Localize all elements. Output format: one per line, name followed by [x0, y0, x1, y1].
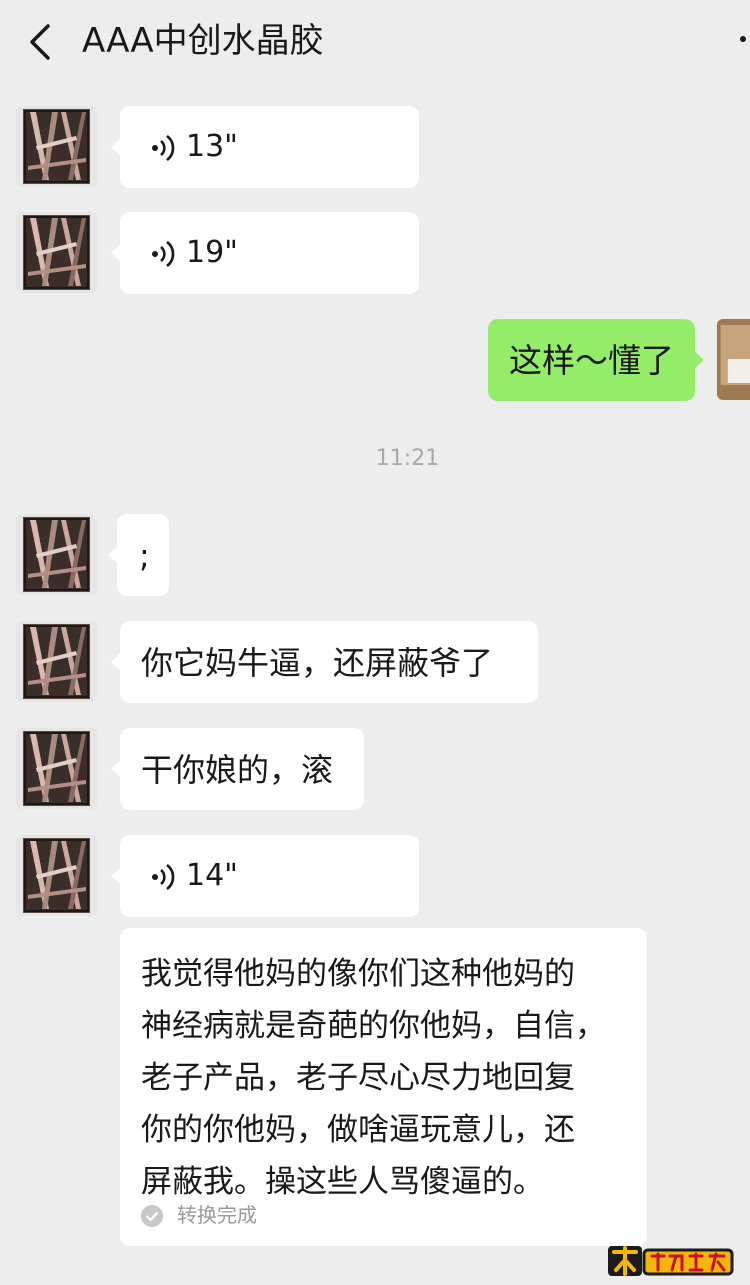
voice-transcription-bubble[interactable]: 我觉得他妈的像你们这种他妈的 神经病就是奇葩的你他妈，自信， 老子产品，老子尽心…: [120, 928, 647, 1246]
more-dots-icon[interactable]: [740, 36, 746, 42]
outgoing-message-bubble[interactable]: 这样～懂了: [488, 319, 704, 401]
contact-avatar[interactable]: [16, 212, 97, 293]
incoming-message-bubble[interactable]: ;: [108, 514, 169, 596]
message-text: ;: [139, 537, 150, 575]
incoming-message-bubble[interactable]: 你它妈牛逼，还屏蔽爷了: [111, 621, 538, 703]
incoming-message-bubble[interactable]: 干你娘的，滚: [111, 728, 364, 810]
transcription-status: 转换完成: [177, 1203, 257, 1227]
logo-watermark: [608, 1246, 734, 1276]
chat-header: AAA中创水晶胶: [0, 0, 750, 82]
voice-duration: 13": [186, 129, 238, 164]
message-timestamp: 11:21: [375, 446, 440, 471]
voice-message-bubble[interactable]: 13": [111, 106, 419, 188]
transcription-line: 老子产品，老子尽心尽力地回复: [141, 1060, 575, 1096]
contact-avatar[interactable]: [16, 835, 97, 916]
check-circle-icon: [141, 1205, 163, 1227]
voice-duration: 19": [186, 235, 238, 270]
message-text: 你它妈牛逼，还屏蔽爷了: [141, 644, 494, 682]
voice-duration: 14": [186, 858, 238, 893]
transcription-line: 我觉得他妈的像你们这种他妈的: [141, 956, 575, 992]
contact-avatar[interactable]: [16, 514, 97, 595]
voice-wave-icon: [152, 240, 175, 268]
message-text: 干你娘的，滚: [141, 751, 334, 789]
voice-wave-icon: [152, 863, 175, 891]
message-text: 这样～懂了: [509, 341, 674, 380]
transcription-line: 你的你他妈，做啥逼玩意儿，还: [141, 1112, 575, 1148]
chevron-left-icon[interactable]: [26, 22, 54, 62]
chat-title: AAA中创水晶胶: [82, 21, 324, 61]
self-avatar[interactable]: [717, 319, 750, 400]
voice-message-bubble[interactable]: 19": [111, 212, 419, 294]
transcription-line: 神经病就是奇葩的你他妈，自信，: [141, 1008, 606, 1044]
voice-message-bubble[interactable]: 14": [111, 835, 419, 917]
contact-avatar[interactable]: [16, 728, 97, 809]
contact-avatar[interactable]: [16, 621, 97, 702]
chat-screen: AAA中创水晶胶 13" 19" 这样～懂了 11:21 ; 你它妈牛逼，还屏蔽…: [0, 0, 750, 1285]
contact-avatar[interactable]: [16, 106, 97, 187]
voice-wave-icon: [152, 134, 175, 162]
